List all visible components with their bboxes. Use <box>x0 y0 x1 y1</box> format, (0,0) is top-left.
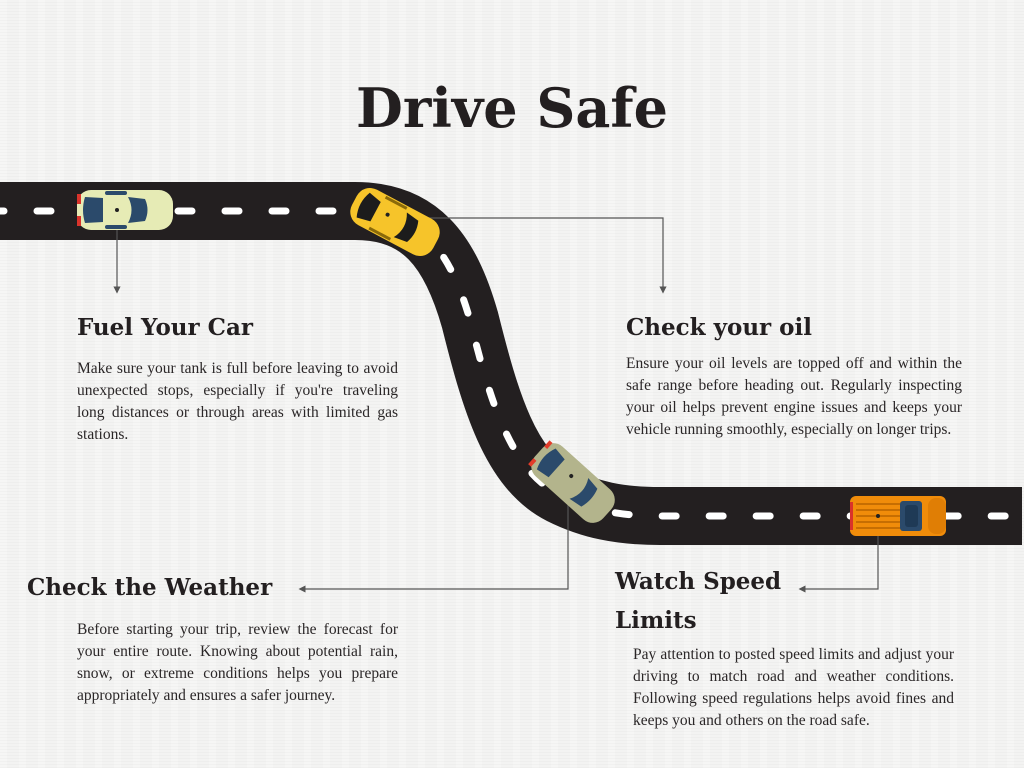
weather-body: Before starting your trip, review the fo… <box>77 621 398 704</box>
fuel-body: Make sure your tank is full before leavi… <box>77 360 398 443</box>
oil-heading: Check your oil <box>626 314 812 341</box>
oil-body: Ensure your oil levels are topped off an… <box>626 355 962 438</box>
fuel-heading: Fuel Your Car <box>77 314 253 341</box>
car-cream-sedan-icon <box>77 190 173 230</box>
speed-heading: Watch Speed Limits <box>615 568 782 634</box>
car-orange-suv-icon <box>850 496 946 536</box>
speed-body: Pay attention to posted speed limits and… <box>633 646 954 729</box>
weather-heading: Check the Weather <box>27 574 273 601</box>
